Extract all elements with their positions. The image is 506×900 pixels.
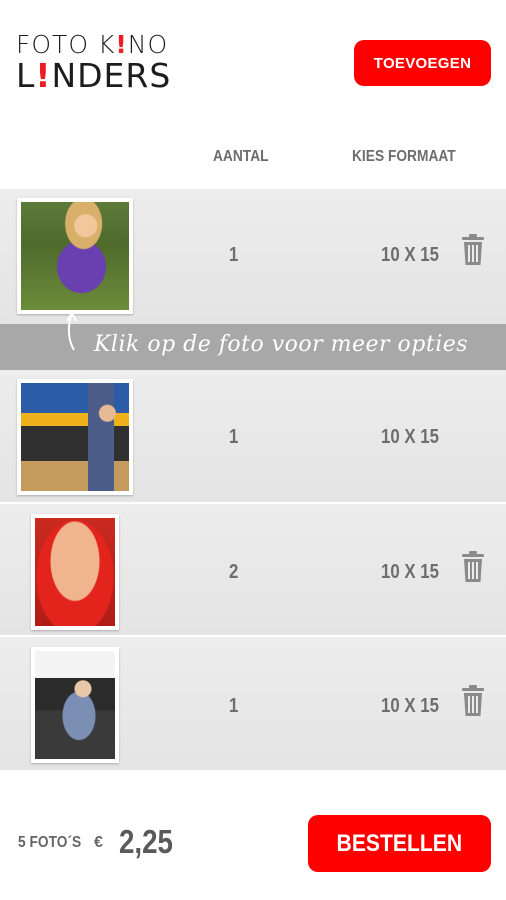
photo-row: 1 10 X 15 xyxy=(0,189,506,324)
column-header-format: KIES FORMAAT xyxy=(352,148,456,165)
logo-line-1: FOTO K!NO xyxy=(16,30,169,59)
row-quantity[interactable]: 2 xyxy=(229,561,238,584)
photo-thumbnail[interactable] xyxy=(17,198,133,314)
total-price: 2,25 xyxy=(119,823,173,860)
row-quantity[interactable]: 1 xyxy=(229,695,238,718)
row-format[interactable]: 10 X 15 xyxy=(381,561,439,584)
row-quantity[interactable]: 1 xyxy=(229,244,238,267)
row-format[interactable]: 10 X 15 xyxy=(381,244,439,267)
row-quantity[interactable]: 1 xyxy=(229,426,238,449)
photo-row: 2 10 X 15 xyxy=(0,504,506,635)
column-header-quantity: AANTAL xyxy=(213,148,269,165)
currency-symbol: € xyxy=(94,834,103,851)
curved-arrow-icon xyxy=(66,310,77,351)
photo-options-hint: Klik op de foto voor meer opties xyxy=(0,310,506,370)
photo-thumbnail[interactable] xyxy=(31,514,119,630)
photo-row: 1 10 X 15 xyxy=(0,370,506,502)
photo-count: 5 FOTO´S xyxy=(18,834,82,851)
brand-logo: FOTO K!NO L!NDERS xyxy=(16,32,191,92)
order-button[interactable]: BESTELLEN xyxy=(308,815,491,872)
hint-text: Klik op de foto voor meer opties xyxy=(94,332,469,357)
add-photo-button[interactable]: TOEVOEGEN xyxy=(354,40,491,86)
order-button-label: BESTELLEN xyxy=(336,829,463,857)
photo-row: 1 10 X 15 xyxy=(0,637,506,770)
photo-thumbnail[interactable] xyxy=(31,647,119,763)
trash-icon[interactable] xyxy=(461,685,485,717)
row-format[interactable]: 10 X 15 xyxy=(381,426,439,449)
row-format[interactable]: 10 X 15 xyxy=(381,695,439,718)
trash-icon[interactable] xyxy=(461,234,485,266)
trash-icon[interactable] xyxy=(461,551,485,583)
photo-thumbnail[interactable] xyxy=(17,379,133,495)
logo-line-2: L!NDERS xyxy=(16,56,172,95)
